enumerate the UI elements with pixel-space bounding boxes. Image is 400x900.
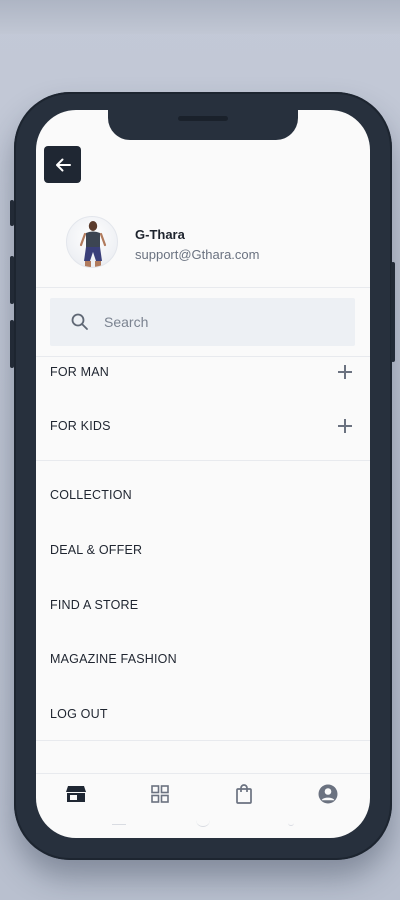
avatar[interactable] [66, 216, 118, 268]
side-button-power [391, 262, 395, 362]
system-back-hint [112, 824, 126, 825]
app-screen: G-Thara support@Gthara.com FOR MAN FOR K… [36, 110, 370, 838]
menu-item-magazine-fashion[interactable]: MAGAZINE FASHION [36, 639, 370, 679]
nav-categories-button[interactable] [147, 782, 173, 806]
menu-item-label: MAGAZINE FASHION [50, 652, 177, 666]
system-recents-hint [288, 821, 294, 826]
profile-card[interactable]: G-Thara support@Gthara.com [36, 210, 370, 286]
bottom-nav [36, 774, 370, 814]
menu-item-label: COLLECTION [50, 488, 132, 502]
divider [36, 740, 370, 741]
side-button-mute [10, 200, 14, 226]
nav-cart-button[interactable] [231, 782, 257, 806]
menu-item-find-store[interactable]: FIND A STORE [36, 585, 370, 625]
plus-icon[interactable] [338, 365, 352, 379]
arrow-left-icon [55, 158, 71, 171]
profile-name: G-Thara [135, 227, 185, 242]
menu-item-label: LOG OUT [50, 707, 108, 721]
phone-speaker [178, 116, 228, 121]
menu-item-label: FOR MAN [50, 365, 110, 379]
phone-notch [108, 110, 298, 140]
shopping-bag-icon [236, 784, 252, 804]
background-top-band [0, 0, 400, 34]
menu-item-label: DEAL & OFFER [50, 543, 143, 557]
system-home-hint [196, 820, 210, 827]
nav-account-button[interactable] [315, 782, 341, 806]
side-button-volume-up [10, 256, 14, 304]
system-nav-hints [36, 822, 370, 828]
store-icon [66, 786, 86, 802]
divider [36, 287, 370, 288]
menu-item-log-out[interactable]: LOG OUT [36, 694, 370, 734]
menu-item-collection[interactable]: COLLECTION [36, 475, 370, 515]
back-button[interactable] [44, 146, 81, 183]
nav-store-button[interactable] [63, 782, 89, 806]
user-icon [318, 784, 338, 804]
menu-item-for-man[interactable]: FOR MAN [36, 352, 370, 392]
menu-item-for-kids[interactable]: FOR KIDS [36, 406, 370, 446]
menu-item-deal-offer[interactable]: DEAL & OFFER [36, 530, 370, 570]
plus-icon[interactable] [338, 419, 352, 433]
divider [36, 460, 370, 461]
search-icon [71, 313, 88, 330]
profile-email: support@Gthara.com [135, 247, 260, 262]
search-bar[interactable] [50, 298, 355, 346]
search-input[interactable] [104, 298, 344, 346]
grid-icon [151, 785, 169, 803]
menu-item-label: FOR KIDS [50, 419, 111, 433]
menu-item-label: FIND A STORE [50, 598, 139, 612]
side-button-volume-down [10, 320, 14, 368]
avatar-image [79, 221, 107, 267]
